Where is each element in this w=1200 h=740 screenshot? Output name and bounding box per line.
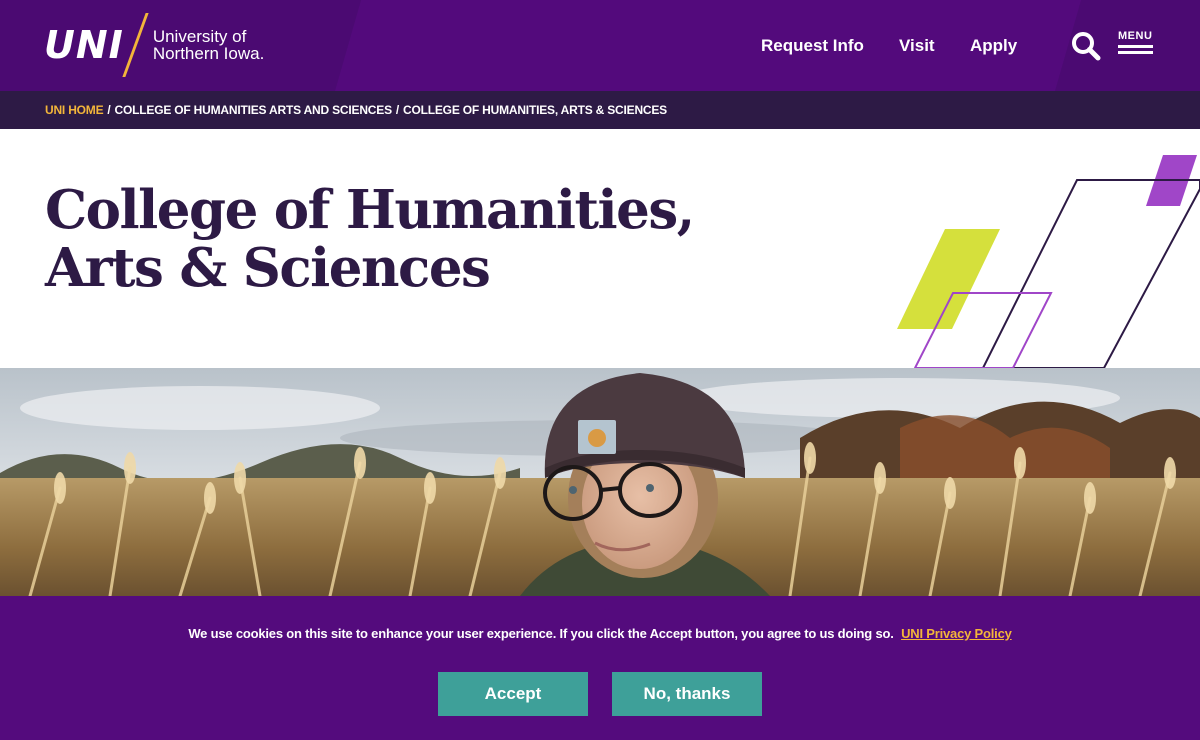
menu-button[interactable]: MENU	[1118, 30, 1156, 62]
breadcrumb-separator: /	[107, 103, 111, 117]
nav-apply: Apply	[970, 0, 1017, 91]
breadcrumb-college-link[interactable]: COLLEGE OF HUMANITIES ARTS AND SCIENCES	[115, 103, 393, 117]
apply-link[interactable]: Apply	[970, 36, 1017, 56]
uni-logo-link[interactable]: UNI University of Northern Iowa.	[44, 13, 265, 77]
menu-label: MENU	[1118, 30, 1153, 42]
uni-logo-mark: UNI	[44, 23, 124, 67]
search-button[interactable]	[1070, 30, 1102, 62]
page-title-section: College of Humanities, Arts & Sciences	[0, 129, 1200, 368]
decorative-parallelograms	[897, 155, 1200, 368]
nav-request-info: Request Info	[761, 0, 864, 91]
cookie-consent-banner: We use cookies on this site to enhance y…	[0, 596, 1200, 740]
breadcrumb-current-page: COLLEGE OF HUMANITIES, ARTS & SCIENCES	[403, 103, 667, 117]
request-info-link[interactable]: Request Info	[761, 36, 864, 56]
site-header: UNI University of Northern Iowa. Request…	[0, 0, 1200, 91]
cookie-message-row: We use cookies on this site to enhance y…	[0, 626, 1200, 641]
hero-photo	[0, 368, 1200, 596]
nav-visit: Visit	[899, 0, 935, 91]
breadcrumb-uni-home[interactable]: UNI HOME	[45, 103, 104, 117]
cookie-message: We use cookies on this site to enhance y…	[188, 626, 894, 641]
privacy-policy-link[interactable]: UNI Privacy Policy	[901, 626, 1012, 641]
visit-link[interactable]: Visit	[899, 36, 935, 56]
logo-line-2: Northern Iowa.	[152, 44, 265, 63]
logo-divider	[122, 13, 149, 77]
hamburger-icon	[1118, 45, 1156, 54]
hero-photo-student-in-field	[0, 368, 1200, 596]
breadcrumb: UNI HOME / COLLEGE OF HUMANITIES ARTS AN…	[0, 91, 1200, 129]
accept-cookies-button[interactable]: Accept	[438, 672, 588, 716]
search-icon	[1072, 32, 1101, 61]
breadcrumb-separator: /	[395, 103, 400, 117]
logo-line-1: University of	[152, 27, 247, 46]
decline-cookies-button[interactable]: No, thanks	[612, 672, 762, 716]
logo-wordmark: University of Northern Iowa.	[153, 28, 265, 62]
